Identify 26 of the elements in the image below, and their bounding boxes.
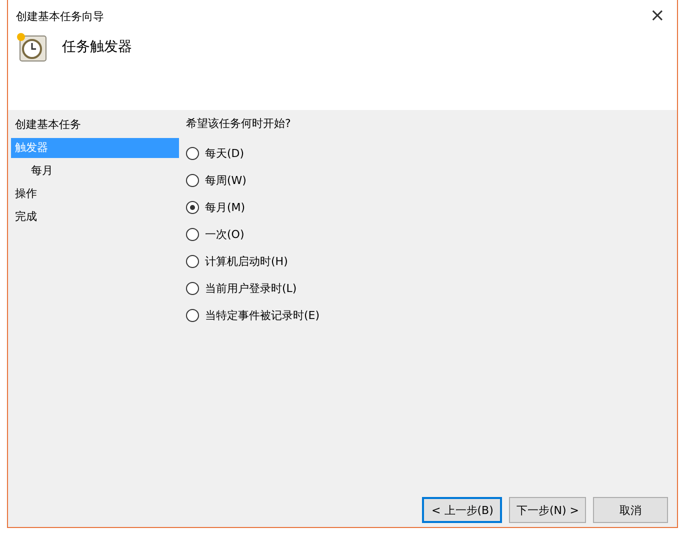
option-label[interactable]: 一次(O)	[205, 227, 244, 242]
radio-button[interactable]	[186, 147, 199, 160]
nav-step[interactable]: 每月	[11, 161, 179, 181]
option-label[interactable]: 每月(M)	[205, 200, 246, 215]
radio-button[interactable]	[186, 174, 199, 187]
page-heading: 任务触发器	[62, 38, 132, 56]
radio-button[interactable]	[186, 255, 199, 268]
clock-icon	[16, 32, 48, 62]
close-button[interactable]: ×	[646, 7, 669, 25]
cancel-button[interactable]: 取消	[593, 497, 668, 523]
nav-step[interactable]: 创建基本任务	[11, 115, 179, 135]
option-label[interactable]: 每天(D)	[205, 146, 244, 161]
option-label[interactable]: 每周(W)	[205, 173, 246, 188]
option-label[interactable]: 当特定事件被记录时(E)	[205, 308, 320, 323]
radio-button[interactable]	[186, 228, 199, 241]
option-label[interactable]: 计算机启动时(H)	[205, 254, 288, 269]
next-button[interactable]: 下一步(N) >	[509, 497, 586, 523]
option-label[interactable]: 当前用户登录时(L)	[205, 281, 297, 296]
radio-button[interactable]	[186, 282, 199, 295]
question-label: 希望该任务何时开始?	[186, 116, 292, 132]
nav-step[interactable]: 完成	[11, 207, 179, 227]
radio-button[interactable]	[186, 201, 199, 214]
nav-step[interactable]: 操作	[11, 184, 179, 204]
back-button[interactable]: < 上一步(B)	[422, 497, 502, 523]
window-title: 创建基本任务向导	[16, 8, 104, 24]
radio-button[interactable]	[186, 309, 199, 322]
